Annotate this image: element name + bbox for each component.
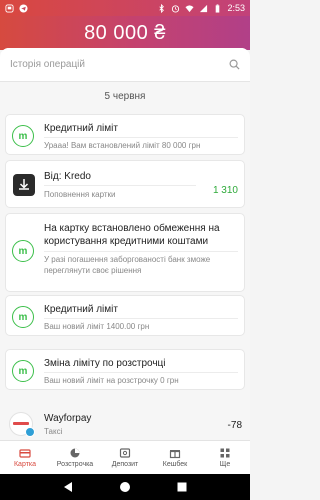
monobank-m-icon: m — [12, 306, 34, 328]
wifi-icon — [185, 4, 195, 12]
card-icon — [19, 449, 31, 458]
transaction-subtitle: Поповнення картки — [44, 190, 116, 199]
bottom-tab-bar: Картка Розстрочка Депозит Кешбек Ще — [0, 440, 250, 474]
system-nav-bar — [0, 474, 250, 500]
flag-icon — [5, 3, 14, 13]
tab-deposit[interactable]: Депозит — [100, 441, 150, 474]
card-divider — [44, 372, 238, 373]
kredo-download-icon — [13, 174, 35, 196]
alarm-icon — [172, 4, 180, 13]
pie-chart-icon — [70, 448, 80, 458]
home-icon[interactable] — [119, 481, 131, 493]
tab-label: Депозит — [111, 461, 139, 468]
balance-header: 80 000 ₴ — [0, 16, 250, 50]
signal-icon — [200, 4, 208, 12]
transaction-subtitle: У разі погашення заборгованості банк змо… — [44, 255, 211, 275]
safe-icon — [119, 448, 131, 458]
search-icon[interactable] — [229, 59, 240, 70]
transaction-title: Від: Kredo — [44, 171, 91, 182]
transaction-subtitle: Урааа! Вам встановлений ліміт 80 000 грн — [44, 141, 201, 150]
transaction-subtitle: Ваш новий ліміт на розстрочку 0 грн — [44, 376, 179, 385]
search-bar[interactable] — [0, 48, 250, 82]
recents-icon[interactable] — [176, 481, 188, 493]
transaction-subtitle: Ваш новий ліміт 1400.00 грн — [44, 322, 150, 331]
transaction-card[interactable]: m Кредитний ліміт Ваш новий ліміт 1400.0… — [5, 295, 245, 336]
transaction-title: Wayforpay — [44, 413, 92, 424]
card-divider — [44, 251, 238, 252]
tab-label: Ще — [219, 461, 231, 468]
transaction-title: Зміна ліміту по розстрочці — [44, 358, 166, 369]
card-divider — [44, 318, 238, 319]
card-divider — [44, 185, 196, 186]
search-input[interactable] — [10, 59, 229, 70]
battery-icon — [216, 3, 220, 13]
transaction-amount: -78 — [227, 420, 242, 431]
transaction-title: Кредитний ліміт — [44, 304, 118, 315]
transaction-card[interactable]: m На картку встановлено обмеження на кор… — [5, 213, 245, 292]
tab-label: Картка — [13, 461, 37, 468]
balance-amount: 80 000 ₴ — [84, 21, 166, 44]
bluetooth-icon — [159, 3, 165, 13]
tab-more[interactable]: Ще — [200, 441, 250, 474]
monobank-m-icon: m — [12, 125, 34, 147]
transaction-card[interactable]: m Кредитний ліміт Урааа! Вам встановлени… — [5, 114, 245, 155]
tab-installments[interactable]: Розстрочка — [50, 441, 100, 474]
transaction-card[interactable]: m Зміна ліміту по розстрочці Ваш новий л… — [5, 349, 245, 390]
monobank-m-icon: m — [12, 360, 34, 382]
transaction-row[interactable]: Wayforpay Таксі -78 — [0, 408, 250, 440]
gift-icon — [169, 450, 181, 459]
transaction-title: Кредитний ліміт — [44, 123, 118, 134]
grid-icon — [220, 448, 230, 458]
tab-card[interactable]: Картка — [0, 441, 50, 474]
transaction-card[interactable]: Від: Kredo Поповнення картки 1 310 — [5, 160, 245, 208]
back-icon[interactable] — [62, 481, 74, 493]
status-bar: 2:53 — [0, 0, 250, 16]
monobank-m-icon: m — [12, 240, 34, 262]
tab-cashback[interactable]: Кешбек — [150, 441, 200, 474]
history-sheet: 5 червня m Кредитний ліміт Урааа! Вам вс… — [0, 48, 250, 440]
status-time: 2:53 — [227, 3, 245, 13]
transaction-amount: 1 310 — [212, 185, 238, 196]
date-label: 5 червня — [104, 91, 146, 102]
tab-label: Розстрочка — [56, 461, 94, 468]
taxi-badge-icon — [25, 427, 35, 437]
telegram-icon — [19, 3, 28, 13]
transaction-subtitle: Таксі — [44, 427, 63, 436]
card-divider — [44, 137, 238, 138]
transaction-title: На картку встановлено обмеження на корис… — [44, 223, 220, 247]
tab-label: Кешбек — [162, 461, 188, 468]
